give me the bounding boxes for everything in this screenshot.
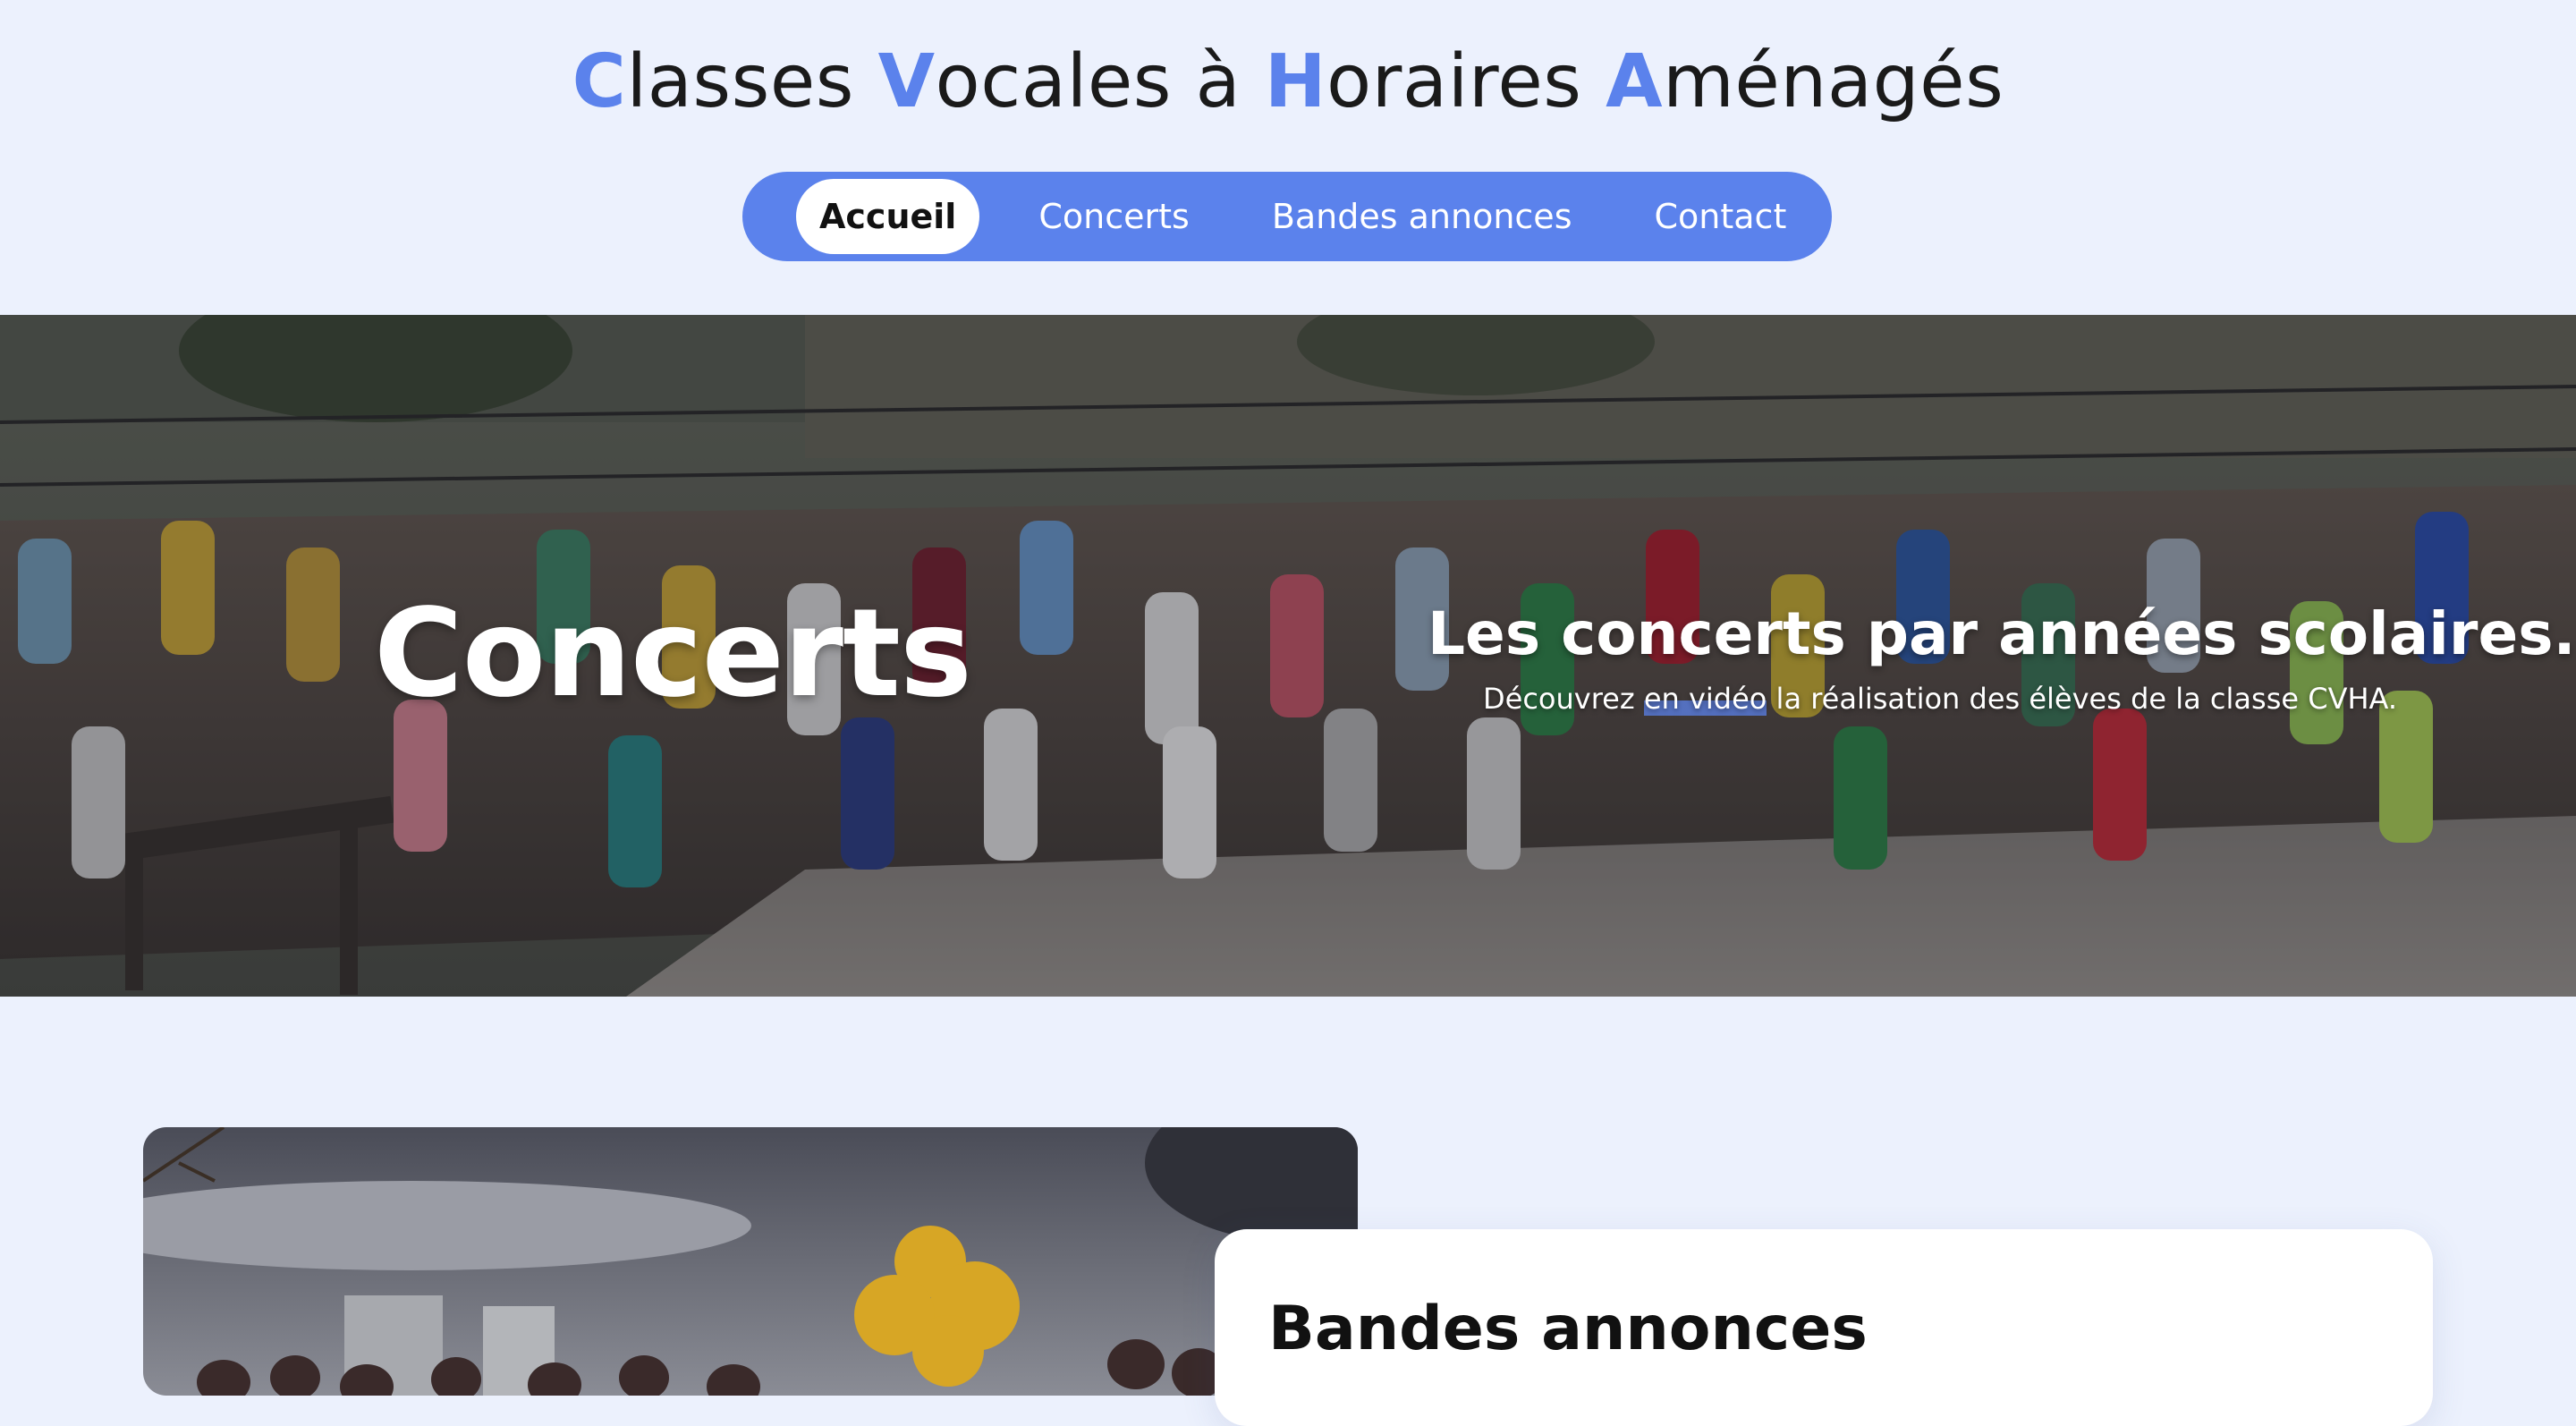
hero-subtitle-before: Découvrez — [1483, 682, 1644, 716]
title-part-c: lasses — [626, 39, 878, 124]
hero-subtitle: Découvrez en vidéo la réalisation des él… — [1483, 682, 2397, 716]
hero-title: Concerts — [374, 583, 972, 725]
title-initial-v: V — [877, 39, 936, 124]
title-part-h: oraires — [1326, 39, 1606, 124]
title-part-v: ocales à — [935, 39, 1265, 124]
hero-subtitle-highlight: en vidéo — [1643, 682, 1767, 716]
hero-heading: Les concerts par années scolaires. — [1428, 599, 2576, 668]
title-initial-c: C — [572, 39, 627, 124]
site-title: Classes Vocales à Horaires Aménagés — [0, 39, 2576, 124]
hero-subtitle-after: la réalisation des élèves de la classe C… — [1767, 682, 2398, 716]
title-part-a: ménagés — [1663, 39, 2004, 124]
nav-item-concerts[interactable]: Concerts — [1015, 179, 1212, 254]
main-nav: Accueil Concerts Bandes annonces Contact — [742, 172, 1832, 261]
hero-banner: Concerts Les concerts par années scolair… — [0, 315, 2576, 997]
nav-item-accueil[interactable]: Accueil — [796, 179, 980, 254]
trailer-photo — [143, 1127, 1358, 1396]
title-initial-a: A — [1606, 39, 1664, 124]
nav-item-bandes-annonces[interactable]: Bandes annonces — [1249, 179, 1596, 254]
trailers-card-title: Bandes annonces — [1268, 1294, 1868, 1364]
title-initial-h: H — [1264, 39, 1327, 124]
trailers-card: Bandes annonces — [1215, 1229, 2433, 1426]
nav-item-contact[interactable]: Contact — [1631, 179, 1810, 254]
